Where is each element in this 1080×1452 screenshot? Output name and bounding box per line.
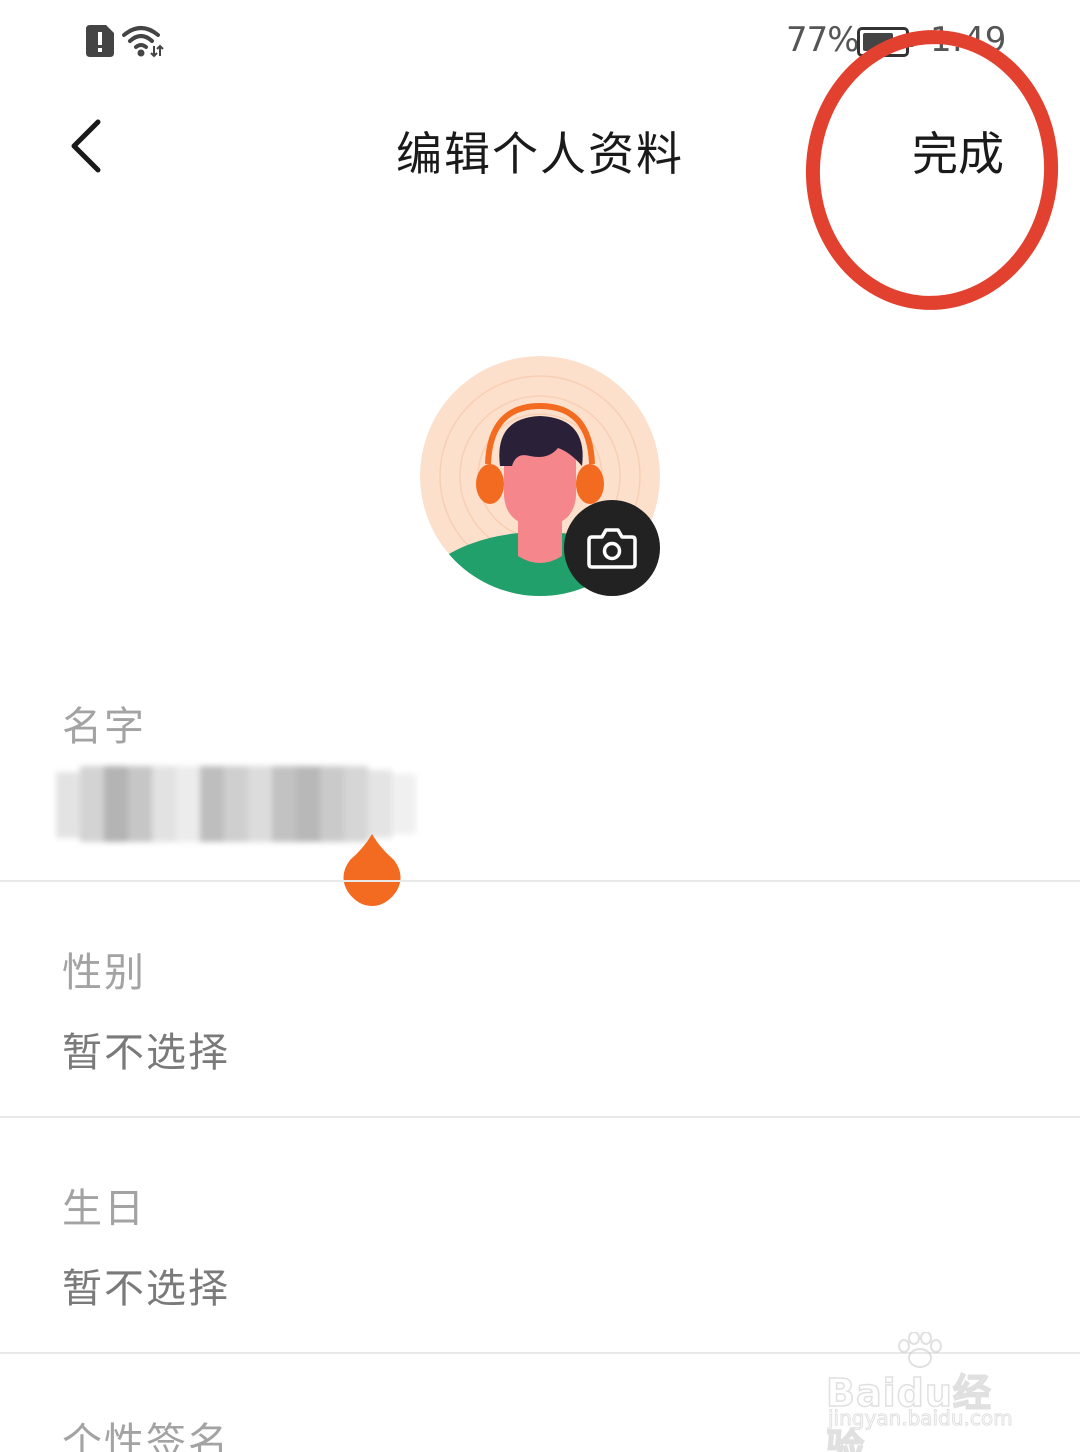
divider: [0, 880, 1080, 882]
gender-label: 性别: [62, 950, 146, 996]
gender-value[interactable]: 暂不选择: [62, 1020, 230, 1078]
birthday-value[interactable]: 暂不选择: [62, 1256, 230, 1314]
done-button[interactable]: 完成: [912, 118, 1004, 184]
edit-profile-screen: 77% 1:49 编辑个人资料 完成 名字 性别 暂不选择 生日 暂不选择 个性…: [0, 0, 1080, 1452]
text-cursor-handle[interactable]: [340, 830, 404, 906]
watermark-sub: jingyan.baidu.com: [828, 1406, 1014, 1431]
camera-icon: [587, 528, 637, 569]
birthday-label: 生日: [62, 1186, 146, 1232]
sim-alert-icon: [86, 25, 114, 57]
status-bar: 77% 1:49: [0, 0, 1080, 84]
battery-icon: [857, 27, 914, 57]
name-label: 名字: [62, 704, 146, 750]
clock: 1:49: [930, 20, 1007, 60]
signature-label: 个性签名: [62, 1420, 230, 1452]
battery-percentage: 77%: [786, 20, 860, 60]
wifi-icon: [122, 26, 164, 58]
watermark: Baidu经验 jingyan.baidu.com: [825, 1332, 1026, 1452]
divider: [0, 1116, 1080, 1118]
change-avatar-button[interactable]: [564, 500, 660, 596]
